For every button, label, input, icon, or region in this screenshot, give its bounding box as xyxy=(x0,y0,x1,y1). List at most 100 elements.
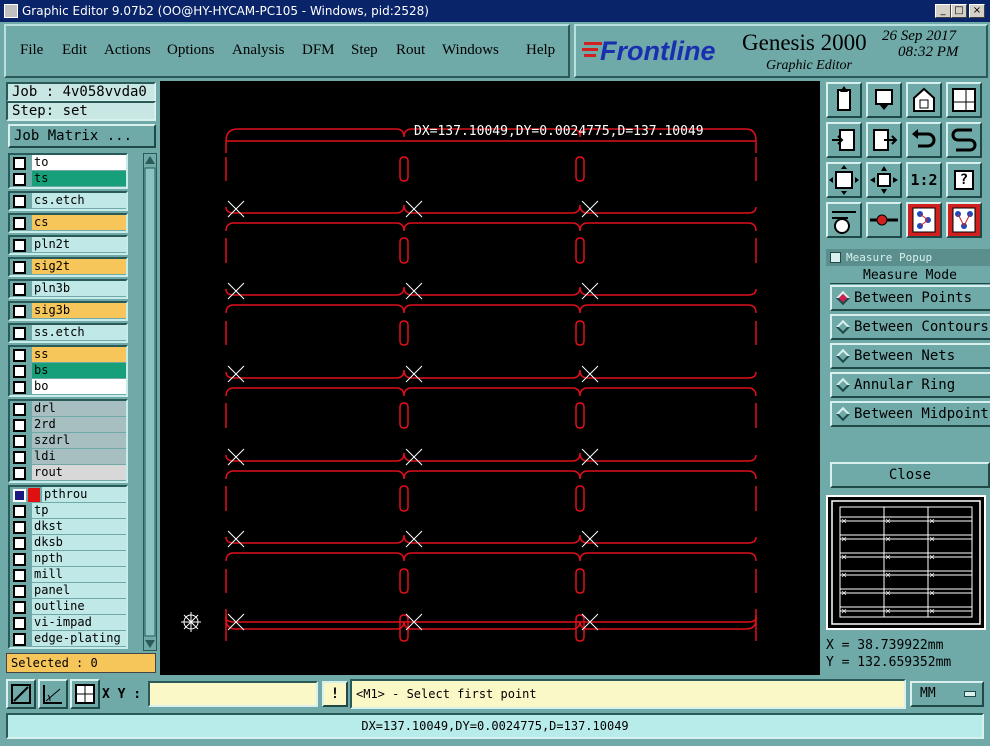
help-icon[interactable]: ? xyxy=(946,162,982,198)
layer-row[interactable]: sig2t xyxy=(10,259,126,275)
xy-input[interactable] xyxy=(148,681,318,707)
layer-row[interactable]: 2rd xyxy=(10,417,126,433)
layer-row[interactable]: ts xyxy=(10,171,126,187)
layer-checkbox[interactable] xyxy=(13,364,26,378)
settings-icon[interactable] xyxy=(826,202,862,238)
units-selector[interactable]: MM xyxy=(910,681,984,707)
zoom-center-icon[interactable] xyxy=(866,162,902,198)
layer-row[interactable]: pln3b xyxy=(10,281,126,297)
layer-checkbox[interactable] xyxy=(13,194,26,208)
maximize-button[interactable]: □ xyxy=(951,4,967,18)
netlist-icon[interactable] xyxy=(906,202,942,238)
layer-checkbox[interactable] xyxy=(13,326,26,340)
close-button[interactable]: Close xyxy=(830,462,990,488)
layer-row[interactable]: pln2t xyxy=(10,237,126,253)
layer-checkbox[interactable] xyxy=(13,282,26,296)
layer-scrollbar[interactable] xyxy=(143,153,157,651)
layer-checkbox[interactable] xyxy=(13,402,26,416)
menu-rout[interactable]: Rout xyxy=(396,42,425,59)
exclaim-button[interactable]: ! xyxy=(322,681,348,707)
layer-checkbox[interactable] xyxy=(13,520,26,534)
menu-options[interactable]: Options xyxy=(167,42,215,59)
mode-between-contours[interactable]: Between Contours xyxy=(830,314,990,340)
layer-row[interactable]: ldi xyxy=(10,449,126,465)
undo-icon[interactable] xyxy=(906,122,942,158)
mode-between-midpoints[interactable]: Between Midpoints xyxy=(830,401,990,427)
menu-analysis[interactable]: Analysis xyxy=(232,42,285,59)
menu-windows[interactable]: Windows xyxy=(442,42,499,59)
import-icon[interactable] xyxy=(826,122,862,158)
minimize-button[interactable]: _ xyxy=(935,4,951,18)
measure-probe-icon[interactable] xyxy=(866,202,902,238)
job-matrix-button[interactable]: Job Matrix ... xyxy=(8,124,156,148)
zoom-home-icon[interactable] xyxy=(826,82,862,118)
snap-icon[interactable] xyxy=(946,122,982,158)
layer-row[interactable]: sig3b xyxy=(10,303,126,319)
layer-row[interactable]: dkst xyxy=(10,519,126,535)
layer-row[interactable]: pthrou xyxy=(10,487,126,503)
layer-checkbox[interactable] xyxy=(13,504,26,518)
menu-edit[interactable]: Edit xyxy=(62,42,87,59)
layout-icon[interactable] xyxy=(946,82,982,118)
layer-checkbox[interactable] xyxy=(13,348,26,362)
layer-row[interactable]: panel xyxy=(10,583,126,599)
layer-checkbox[interactable] xyxy=(13,488,26,502)
menu-actions[interactable]: Actions xyxy=(104,42,151,59)
layer-row[interactable]: outline xyxy=(10,599,126,615)
menu-dfm[interactable]: DFM xyxy=(302,42,335,59)
layer-row[interactable]: npth xyxy=(10,551,126,567)
layer-checkbox[interactable] xyxy=(13,380,26,394)
layer-checkbox[interactable] xyxy=(13,450,26,464)
mode-between-points[interactable]: Between Points xyxy=(830,285,990,311)
layer-row[interactable]: dksb xyxy=(10,535,126,551)
layer-row[interactable]: tp xyxy=(10,503,126,519)
layer-row[interactable]: cs xyxy=(10,215,126,231)
layer-row[interactable]: bs xyxy=(10,363,126,379)
layer-checkbox[interactable] xyxy=(13,584,26,598)
layer-checkbox[interactable] xyxy=(13,552,26,566)
layer-checkbox[interactable] xyxy=(13,216,26,230)
layer-row[interactable]: vi-impad xyxy=(10,615,126,631)
layer-checkbox[interactable] xyxy=(13,616,26,630)
layer-checkbox[interactable] xyxy=(13,418,26,432)
zoom-angle-icon[interactable] xyxy=(38,679,68,709)
layer-row[interactable]: mill xyxy=(10,567,126,583)
mode-between-nets[interactable]: Between Nets xyxy=(830,343,990,369)
layer-checkbox[interactable] xyxy=(13,434,26,448)
scale-1-2-icon[interactable]: 1:2 xyxy=(906,162,942,198)
menu-help[interactable]: Help xyxy=(526,42,555,59)
overview-map[interactable] xyxy=(826,495,986,630)
export-icon[interactable] xyxy=(866,122,902,158)
layer-row[interactable]: cs.etch xyxy=(10,193,126,209)
layer-checkbox[interactable] xyxy=(13,156,26,170)
layer-checkbox[interactable] xyxy=(13,466,26,480)
layer-checkbox[interactable] xyxy=(13,304,26,318)
close-window-button[interactable]: × xyxy=(969,4,985,18)
layer-row[interactable]: drl xyxy=(10,401,126,417)
layer-checkbox[interactable] xyxy=(13,172,26,186)
layer-checkbox[interactable] xyxy=(13,632,26,646)
layer-row[interactable]: bo xyxy=(10,379,126,395)
zoom-window-icon[interactable] xyxy=(6,679,36,709)
grid-toggle-icon[interactable] xyxy=(70,679,100,709)
layer-row[interactable]: edge-plating xyxy=(10,631,126,647)
mode-annular-ring[interactable]: Annular Ring xyxy=(830,372,990,398)
fit-all-icon[interactable] xyxy=(826,162,862,198)
layer-checkbox[interactable] xyxy=(13,568,26,582)
layer-checkbox[interactable] xyxy=(13,238,26,252)
layer-row[interactable]: to xyxy=(10,155,126,171)
layer-checkbox[interactable] xyxy=(13,260,26,274)
layer-row[interactable]: ss xyxy=(10,347,126,363)
layer-row[interactable]: szdrl xyxy=(10,433,126,449)
menu-file[interactable]: File xyxy=(20,42,43,59)
graphic-canvas[interactable]: DX=137.10049,DY=0.0024775,D=137.10049 xyxy=(160,81,820,675)
netlist-compare-icon[interactable] xyxy=(946,202,982,238)
layer-row[interactable]: ss.etch xyxy=(10,325,126,341)
layer-checkbox[interactable] xyxy=(13,536,26,550)
menu-step[interactable]: Step xyxy=(351,42,378,59)
popup-close-icon[interactable] xyxy=(830,252,841,263)
home-icon[interactable] xyxy=(906,82,942,118)
layer-checkbox[interactable] xyxy=(13,600,26,614)
layer-row[interactable]: rout xyxy=(10,465,126,481)
pan-down-icon[interactable] xyxy=(866,82,902,118)
